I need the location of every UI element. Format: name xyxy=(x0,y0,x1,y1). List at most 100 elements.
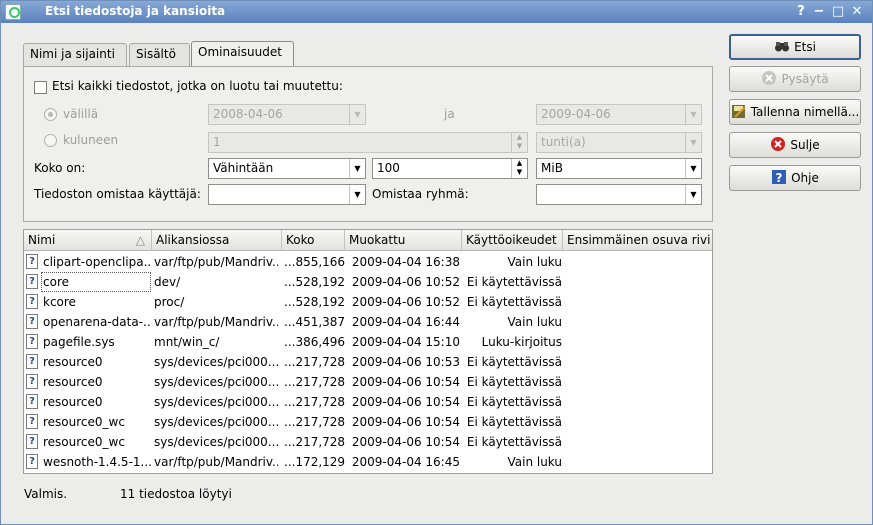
close-button-label: Sulje xyxy=(790,138,820,152)
unknown-file-icon: ? xyxy=(26,454,38,469)
cell-name: resource0_wc xyxy=(43,435,125,449)
elapsed-unit-value: tunti(a) xyxy=(541,135,586,149)
cell-folder: var/ftp/pub/Mandriv... xyxy=(154,315,278,329)
column-header-name[interactable]: Nimi △ xyxy=(24,230,152,251)
cell-perms: Vain luku xyxy=(507,455,562,469)
tab-properties[interactable]: Ominaisuudet xyxy=(191,41,294,66)
cell-name: openarena-data-... xyxy=(43,315,151,329)
between-radio[interactable] xyxy=(44,108,57,121)
table-row[interactable]: ? pagefile.sys mnt/win_c/ ...386,496 2009-04… xyxy=(24,332,712,352)
cell-folder: mnt/win_c/ xyxy=(154,335,220,349)
table-row[interactable]: ? resource0 sys/devices/pci000... ...217,72… xyxy=(24,372,712,392)
column-header-size[interactable]: Koko xyxy=(282,230,345,251)
result-count: 11 tiedostoa löytyi xyxy=(120,487,232,501)
cell-name: pagefile.sys xyxy=(43,335,115,349)
cell-match xyxy=(564,312,710,332)
elapsed-value: 1 xyxy=(213,135,221,149)
date-filter-label: Etsi kaikki tiedostot, jotka on luotu ta… xyxy=(52,79,343,93)
spin-arrows-icon: ▲ ▼ xyxy=(511,133,527,152)
search-button-label: Etsi xyxy=(794,40,816,54)
cell-modified: 2009-04-04 16:44 xyxy=(351,315,460,329)
title-bar[interactable]: Etsi tiedostoja ja kansioita ? − □ ✕ xyxy=(1,1,872,23)
between-label: välillä xyxy=(63,107,99,121)
cell-name: resource0_wc xyxy=(43,415,125,429)
cell-size: ...217,728 xyxy=(284,415,346,429)
cell-size: ...172,129 xyxy=(284,455,346,469)
tab-contents[interactable]: Sisältö xyxy=(129,43,190,66)
chevron-down-icon: ▼ xyxy=(685,133,701,152)
from-date-field[interactable]: 2008-04-06 ▼ xyxy=(208,104,366,125)
help-icon[interactable]: ? xyxy=(793,4,809,20)
binoculars-icon xyxy=(774,38,790,54)
table-row[interactable]: ? kcore proc/ ...528,192 2009-04-06 10:52 Ei … xyxy=(24,292,712,312)
stop-button[interactable]: Pysäytä xyxy=(729,66,861,92)
cell-name: resource0 xyxy=(43,355,103,369)
unknown-file-icon: ? xyxy=(26,394,38,409)
cell-perms: Ei käytettävissä xyxy=(466,395,562,409)
cell-size: ...528,192 xyxy=(284,275,346,289)
unknown-file-icon: ? xyxy=(26,314,38,329)
column-header-folder[interactable]: Alikansiossa xyxy=(152,230,282,251)
cell-size: ...217,728 xyxy=(284,355,346,369)
search-button[interactable]: Etsi xyxy=(729,34,861,60)
cell-folder: dev/ xyxy=(154,275,181,289)
from-date-value: 2008-04-06 xyxy=(213,107,283,121)
cell-match xyxy=(564,372,710,392)
size-mode-select[interactable]: Vähintään ▼ xyxy=(208,158,366,179)
column-header-modified[interactable]: Muokattu xyxy=(345,230,462,251)
elapsed-radio[interactable] xyxy=(44,134,57,147)
table-row[interactable]: ? resource0_wc sys/devices/pci000... ...217… xyxy=(24,412,712,432)
unknown-file-icon: ? xyxy=(26,354,38,369)
elapsed-label: kuluneen xyxy=(63,133,119,147)
cell-size: ...855,166 xyxy=(284,255,346,269)
cell-folder: sys/devices/pci000... xyxy=(154,355,278,369)
cell-name: core xyxy=(41,272,151,292)
table-row[interactable]: ? core dev/ ...528,192 2009-04-06 10:52 Ei kä… xyxy=(24,272,712,292)
minimize-icon[interactable]: − xyxy=(811,4,827,20)
cell-perms: Ei käytettävissä xyxy=(466,435,562,449)
size-value: 100 xyxy=(377,161,400,175)
owner-combo[interactable]: ▼ xyxy=(208,184,366,205)
to-date-field[interactable]: 2009-04-06 ▼ xyxy=(536,104,702,125)
group-combo[interactable]: ▼ xyxy=(536,184,702,205)
cell-modified: 2009-04-06 10:54 xyxy=(351,415,460,429)
chevron-down-icon: ▼ xyxy=(349,185,365,204)
cell-size: ...528,192 xyxy=(284,295,346,309)
cell-perms: Ei käytettävissä xyxy=(466,275,562,289)
elapsed-unit-select[interactable]: tunti(a) ▼ xyxy=(536,132,702,153)
table-row[interactable]: ? resource0_wc sys/devices/pci000... ...217… xyxy=(24,432,712,452)
cell-size: ...217,728 xyxy=(284,435,346,449)
stop-icon xyxy=(761,70,777,86)
cell-size: ...451,387 xyxy=(284,315,346,329)
table-row[interactable]: ? clipart-openclipa... var/ftp/pub/Mandriv… xyxy=(24,252,712,272)
date-filter-checkbox[interactable] xyxy=(34,81,47,94)
svg-text:?: ? xyxy=(776,171,783,185)
elapsed-value-spinbox[interactable]: 1 ▲ ▼ xyxy=(208,132,528,153)
size-value-spinbox[interactable]: 100 ▲ ▼ xyxy=(372,158,528,179)
table-row[interactable]: ? resource0 sys/devices/pci000... ...217,72… xyxy=(24,352,712,372)
window-title: Etsi tiedostoja ja kansioita xyxy=(45,4,226,18)
close-button[interactable]: Sulje xyxy=(729,132,861,158)
maximize-icon[interactable]: □ xyxy=(830,4,846,20)
cell-folder: sys/devices/pci000... xyxy=(154,375,278,389)
unknown-file-icon: ? xyxy=(26,294,38,309)
tab-name-location[interactable]: Nimi ja sijainti xyxy=(23,43,127,66)
table-row[interactable]: ? resource0 sys/devices/pci000... ...217,72… xyxy=(24,392,712,412)
cell-perms: Ei käytettävissä xyxy=(466,375,562,389)
close-icon[interactable]: ✕ xyxy=(849,4,865,20)
table-row[interactable]: ? openarena-data-... var/ftp/pub/Mandriv..… xyxy=(24,312,712,332)
save-as-button[interactable]: Tallenna nimellä... xyxy=(729,99,861,125)
help-button[interactable]: ? Ohje xyxy=(729,165,861,191)
cell-perms: Vain luku xyxy=(507,315,562,329)
size-unit-select[interactable]: MiB ▼ xyxy=(536,158,702,179)
save-as-button-label: Tallenna nimellä... xyxy=(750,105,860,119)
column-header-first-match[interactable]: Ensimmäinen osuva rivi xyxy=(563,230,712,251)
column-header-permissions[interactable]: Käyttöoikeudet xyxy=(462,230,563,251)
chevron-down-icon: ▼ xyxy=(349,105,365,124)
cell-modified: 2009-04-06 10:53 xyxy=(351,355,460,369)
cell-perms: Ei käytettävissä xyxy=(466,295,562,309)
cell-match xyxy=(564,392,710,412)
results-table[interactable]: Nimi △ Alikansiossa Koko Muokattu Käyttö… xyxy=(23,229,713,474)
cell-size: ...386,496 xyxy=(284,335,346,349)
table-row[interactable]: ? wesnoth-1.4.5-1... var/ftp/pub/Mandriv..… xyxy=(24,452,712,472)
